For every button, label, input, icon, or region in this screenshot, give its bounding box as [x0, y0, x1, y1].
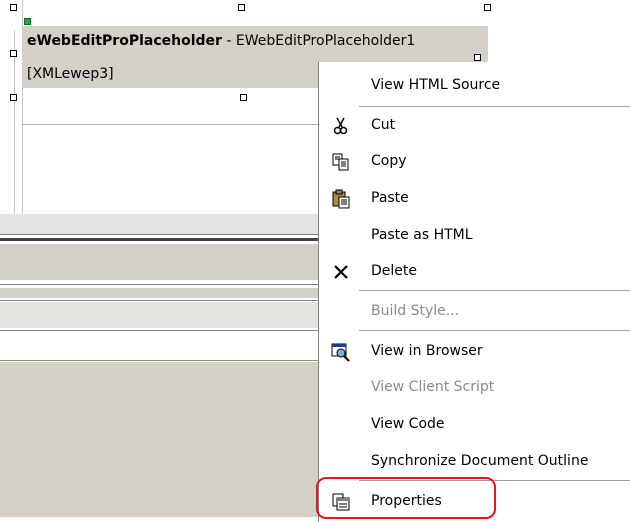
resize-handle-top-middle[interactable]: [238, 4, 245, 11]
delete-x-icon: [331, 262, 351, 282]
menu-item-label: Paste: [371, 190, 409, 206]
menu-item-view-html-source[interactable]: View HTML Source: [319, 70, 630, 102]
properties-highlight-annotation: [316, 477, 496, 519]
scissors-icon: [331, 116, 351, 136]
band-line: [0, 330, 320, 331]
menu-item-label: Paste as HTML: [371, 227, 473, 243]
designer-band: [0, 214, 320, 234]
menu-separator: [359, 330, 630, 331]
menu-item-delete[interactable]: Delete: [319, 256, 630, 288]
designer-band: [0, 288, 320, 298]
control-content-tag: [XMLewep3]: [27, 66, 114, 82]
paste-icon: [331, 189, 351, 209]
menu-item-label: View Code: [371, 416, 445, 432]
menu-item-label: Delete: [371, 263, 417, 279]
menu-item-build-style: Build Style...: [319, 296, 630, 328]
menu-item-label: View in Browser: [371, 343, 483, 359]
control-instance-name: EWebEditProPlaceholder1: [235, 33, 416, 49]
menu-item-label: Copy: [371, 153, 407, 169]
band-line: [0, 360, 320, 361]
menu-item-label: View Client Script: [371, 379, 495, 395]
resize-handle-top-right[interactable]: [484, 4, 491, 11]
menu-item-view-in-browser[interactable]: View in Browser: [319, 336, 630, 368]
menu-item-paste-as-html[interactable]: Paste as HTML: [319, 220, 630, 252]
band-line: [0, 238, 320, 241]
menu-separator: [359, 106, 630, 107]
menu-item-view-client-script: View Client Script: [319, 372, 630, 404]
menu-item-view-code[interactable]: View Code: [319, 409, 630, 441]
resize-handle-middle-right[interactable]: [474, 54, 481, 61]
menu-item-synchronize-document-outline[interactable]: Synchronize Document Outline: [319, 446, 630, 478]
resize-handle-bottom-left[interactable]: [10, 94, 17, 101]
copy-icon: [331, 152, 351, 172]
menu-separator: [359, 290, 630, 291]
browser-magnifier-icon: [331, 342, 351, 362]
menu-item-copy[interactable]: Copy: [319, 146, 630, 178]
menu-item-cut[interactable]: Cut: [319, 110, 630, 142]
menu-item-label: Synchronize Document Outline: [371, 453, 589, 469]
control-type-name: eWebEditProPlaceholder: [27, 33, 222, 49]
designer-band: [0, 362, 320, 517]
band-line: [0, 284, 320, 285]
resize-handle-top-left[interactable]: [10, 4, 17, 11]
menu-item-label: View HTML Source: [371, 77, 501, 93]
context-menu: View HTML Source Cut Copy Paste Paste as…: [318, 62, 630, 522]
menu-item-label: Cut: [371, 117, 396, 133]
title-separator: -: [221, 33, 236, 49]
band-line: [0, 234, 320, 235]
smart-tag-icon[interactable]: [24, 18, 31, 25]
designer-band: [0, 302, 320, 328]
guide-line: [14, 30, 15, 220]
designer-band: [0, 244, 320, 280]
resize-handle-bottom-middle[interactable]: [240, 94, 247, 101]
menu-item-paste[interactable]: Paste: [319, 183, 630, 215]
band-line: [0, 300, 320, 301]
content-border: [22, 124, 322, 125]
control-title: eWebEditProPlaceholder - EWebEditProPlac…: [27, 33, 415, 49]
menu-item-label: Build Style...: [371, 303, 460, 319]
resize-handle-middle-left[interactable]: [10, 50, 17, 57]
